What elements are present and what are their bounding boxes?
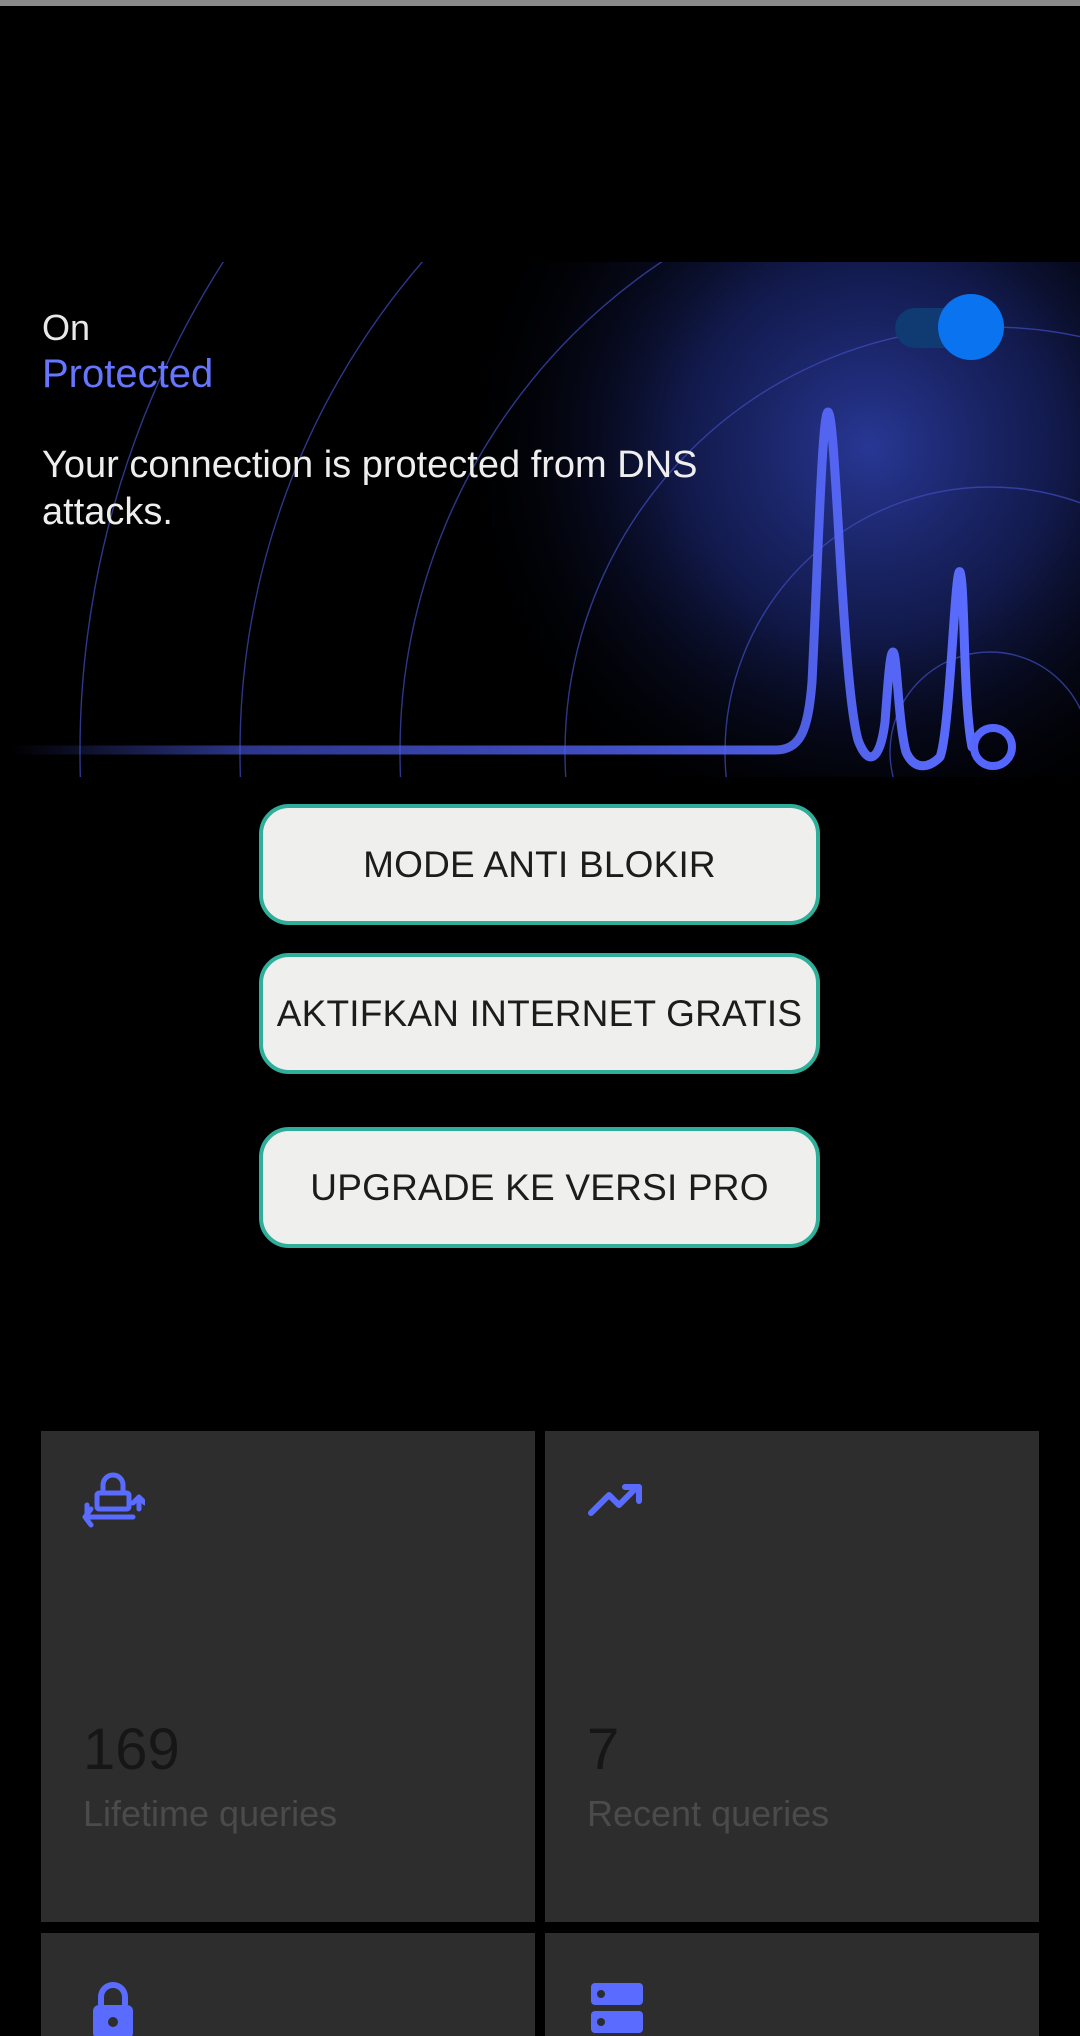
lifetime-queries-card[interactable]: 169 Lifetime queries bbox=[41, 1431, 535, 1922]
upgrade-pro-button[interactable]: UPGRADE KE VERSI PRO bbox=[259, 1127, 820, 1248]
lifetime-queries-label: Lifetime queries bbox=[83, 1793, 338, 1834]
protection-status-card: On Protected Your connection is protecte… bbox=[0, 262, 1080, 777]
security-card[interactable] bbox=[41, 1933, 535, 2036]
protection-toggle[interactable] bbox=[893, 292, 1005, 362]
recent-queries-value: 7 bbox=[587, 1717, 620, 1782]
recent-queries-label: Recent queries bbox=[587, 1793, 830, 1834]
status-bar-edge bbox=[0, 0, 1080, 6]
servers-card[interactable] bbox=[545, 1933, 1039, 2036]
protection-status-label: Protected bbox=[42, 352, 214, 396]
protection-state-label: On bbox=[42, 307, 91, 348]
trending-up-icon bbox=[585, 1469, 649, 1533]
recent-queries-card[interactable]: 7 Recent queries bbox=[545, 1431, 1039, 1922]
lifetime-queries-value: 169 bbox=[83, 1717, 180, 1782]
server-icon bbox=[585, 1977, 649, 2036]
protection-description: Your connection is protected from DNS at… bbox=[42, 444, 698, 533]
anti-block-mode-button[interactable]: MODE ANTI BLOKIR bbox=[259, 804, 820, 925]
activate-free-internet-button[interactable]: AKTIFKAN INTERNET GRATIS bbox=[259, 953, 820, 1074]
toggle-thumb bbox=[938, 294, 1004, 360]
lock-transfer-icon bbox=[81, 1469, 148, 1533]
lock-icon bbox=[81, 1977, 145, 2036]
